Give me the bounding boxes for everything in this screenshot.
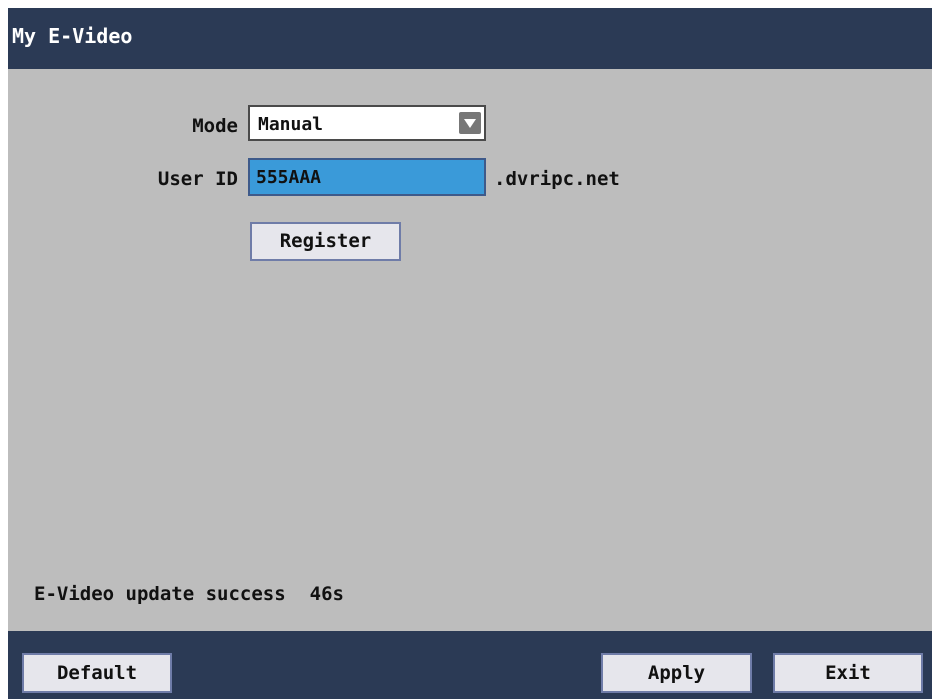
mode-dropdown[interactable]: Manual <box>248 105 486 141</box>
mode-selected-value: Manual <box>258 114 324 135</box>
status-message: E-Video update success <box>34 583 286 605</box>
user-id-label: User ID <box>157 168 238 190</box>
default-button[interactable]: Default <box>22 653 172 693</box>
status-value: 46s <box>309 583 344 605</box>
title-bar: My E-Video <box>8 8 932 69</box>
footer-bar: Default Apply Exit <box>8 631 932 699</box>
apply-button[interactable]: Apply <box>601 653 752 693</box>
settings-panel: Mode Manual User ID 555AAA .dvripc.net R… <box>8 69 932 631</box>
user-id-input[interactable]: 555AAA <box>248 158 486 196</box>
user-id-value: 555AAA <box>256 167 322 188</box>
dialog-window: My E-Video Mode Manual User ID 555AAA .d… <box>8 8 932 699</box>
chevron-down-icon[interactable] <box>459 112 481 134</box>
domain-suffix: .dvripc.net <box>494 168 620 190</box>
window-title: My E-Video <box>12 24 133 48</box>
register-button[interactable]: Register <box>250 222 401 261</box>
mode-label: Mode <box>192 115 238 137</box>
exit-button[interactable]: Exit <box>773 653 923 693</box>
status-line: E-Video update success 46s <box>34 583 344 605</box>
